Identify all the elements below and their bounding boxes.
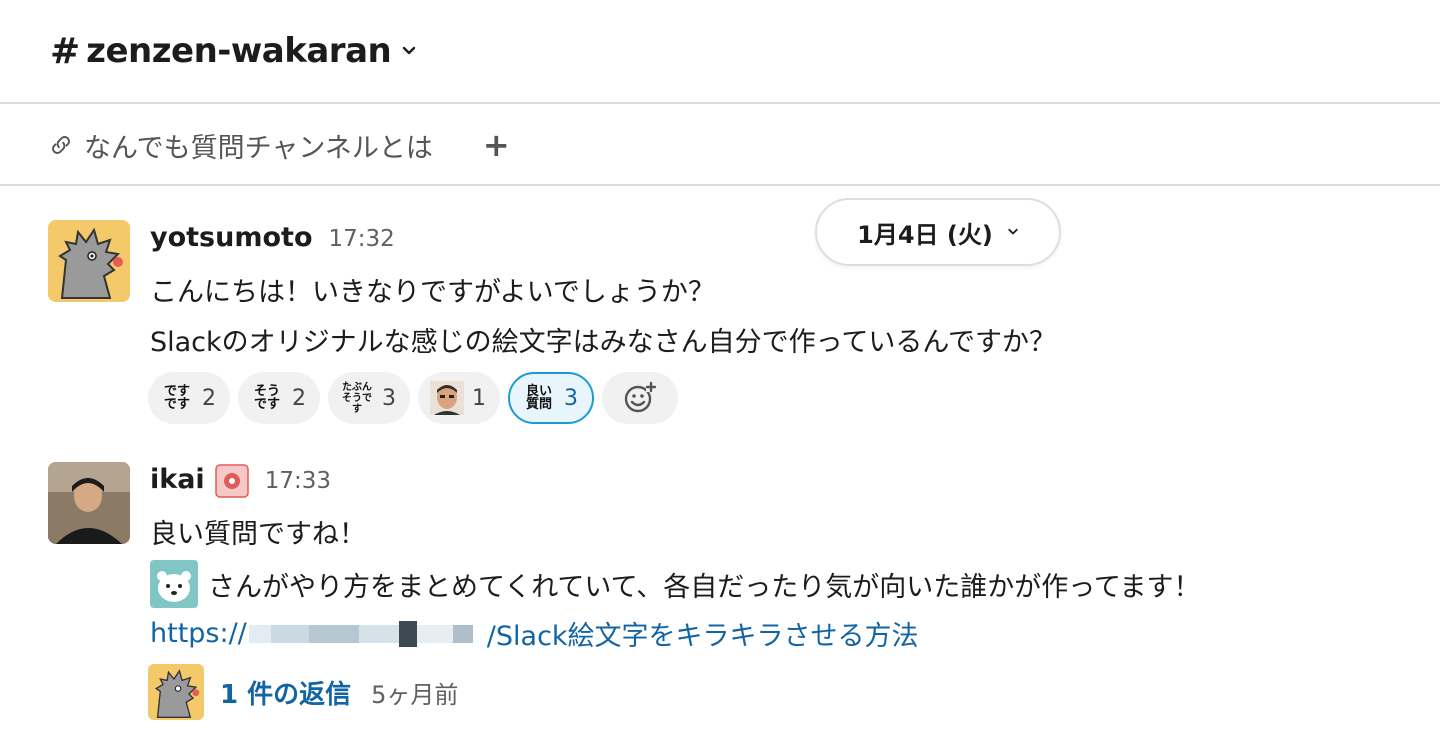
link-icon [52,136,70,154]
chevron-down-icon [1008,228,1018,235]
desu-desu-emoji-icon: です です [163,384,190,412]
date-divider-button[interactable]: 1月4日 (火) [815,198,1061,266]
channel-name: zenzen-wakaran [86,31,392,71]
status-emoji-icon [214,464,249,498]
username[interactable]: yotsumoto [150,222,313,253]
reaction-tabun-sou-desu[interactable]: たぶん そうです 3 [328,372,410,424]
message-text: Slackのオリジナルな感じの絵文字はみなさん自分で作っているんですか？ [150,327,1056,358]
avatar [148,664,204,720]
reaction-count: 2 [292,385,306,411]
link-suffix[interactable]: /Slack絵文字をキラキラさせる方法 [487,614,919,653]
chevron-down-icon [403,46,416,55]
polar-bear-avatar-icon[interactable] [150,560,198,608]
channel-title-button[interactable]: # zenzen-wakaran [50,31,417,72]
message-link[interactable]: https:// /Slack絵文字をキラキラさせる方法 [150,614,919,653]
thread-summary[interactable]: 1 件の返信 5ヶ月前 [148,664,458,720]
good-question-emoji-icon: 良い 質問 [525,384,552,412]
date-label: 1月4日 (火) [857,220,993,249]
message-header: ikai 17:33 [150,464,331,498]
reaction-count: 2 [202,385,216,411]
thread-replies-link[interactable]: 1 件の返信 [220,674,351,711]
channel-header: # zenzen-wakaran [0,0,1440,104]
redacted-url-icon [248,620,485,647]
tabun-sou-desu-emoji-icon: たぶん そうです [342,381,372,415]
bookmark-label: なんでも質問チャンネルとは [84,132,433,164]
message-text: こんにちは！いきなりですがよいでしょうか？ [150,277,715,308]
timestamp[interactable]: 17:33 [265,468,331,494]
reaction-face[interactable]: 1 [418,372,500,424]
message-text: 良い質問ですね！ [150,519,366,550]
bookmark-link[interactable]: なんでも質問チャンネルとは [48,126,433,165]
add-emoji-icon [624,381,657,413]
avatar[interactable] [48,220,130,302]
link-prefix[interactable]: https:// [150,618,247,649]
reaction-count: 3 [564,385,578,411]
person-avatar-icon [48,462,130,544]
reaction-sou-desu[interactable]: そう です 2 [238,372,320,424]
bookmarks-bar: なんでも質問チャンネルとは + [0,106,1440,186]
message-header: yotsumoto 17:32 [150,222,395,253]
monster-avatar-icon [48,220,130,302]
monster-avatar-icon [148,664,204,720]
sou-desu-emoji-icon: そう です [253,384,280,412]
timestamp[interactable]: 17:32 [329,226,395,252]
reaction-good-question[interactable]: 良い 質問 3 [508,372,594,424]
add-reaction-button[interactable] [602,372,678,424]
thread-time: 5ヶ月前 [371,680,459,709]
reaction-count: 1 [472,385,486,411]
message-text-line: さんがやり方をまとめてくれていて、各自だったり気が向いた誰かが作ってます！ [150,560,1201,608]
avatar[interactable] [48,462,130,544]
face-avatar-icon [430,381,464,415]
reaction-desu-desu[interactable]: です です 2 [148,372,230,424]
reaction-count: 3 [382,385,396,411]
reactions-bar: です です 2 そう です 2 たぶん そうです 3 1 良い 質問 3 [148,372,678,424]
username[interactable]: ikai [150,464,205,495]
add-bookmark-button[interactable]: + [483,126,510,164]
message-text: さんがやり方をまとめてくれていて、各自だったり気が向いた誰かが作ってます！ [208,571,1201,603]
channel-hash-icon: # [50,30,81,72]
